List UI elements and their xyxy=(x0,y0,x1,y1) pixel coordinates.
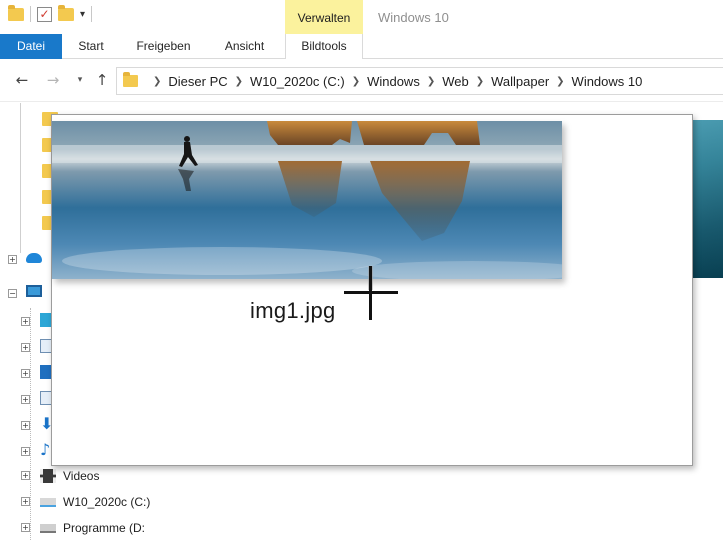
tab-home[interactable]: Start xyxy=(66,34,116,59)
context-group-manage: Verwalten xyxy=(285,0,363,34)
forward-arrow-icon[interactable]: → xyxy=(44,70,62,90)
sidebar-item-drive-c[interactable]: + W10_2020c (C:) xyxy=(0,491,166,513)
navigation-bar: ← → ▾ ↑ ❯ Dieser PC ❯ W10_2020c (C:) ❯ W… xyxy=(0,60,723,102)
back-arrow-icon[interactable]: ← xyxy=(13,70,31,90)
video-icon xyxy=(40,469,56,483)
drag-filename: img1.jpg xyxy=(250,298,336,323)
breadcrumb-wallpaper[interactable]: Wallpaper xyxy=(491,74,549,89)
toolbar-divider xyxy=(91,6,93,22)
tab-file[interactable]: Datei xyxy=(0,34,62,59)
tree-line xyxy=(20,103,21,253)
tab-picture-tools[interactable]: Bildtools xyxy=(285,34,363,59)
move-cursor-icon xyxy=(344,266,398,320)
breadcrumb-windows[interactable]: Windows xyxy=(367,74,420,89)
sidebar-item-label: Videos xyxy=(63,469,100,483)
drive-icon xyxy=(40,498,56,507)
cursor-crosshair-vertical xyxy=(369,266,372,320)
folder-icon xyxy=(123,72,138,87)
this-pc-icon[interactable] xyxy=(26,285,42,297)
drive-icon xyxy=(40,524,56,533)
sidebar-item-label: W10_2020c (C:) xyxy=(63,495,151,509)
expand-icon[interactable]: + xyxy=(21,471,30,480)
toolbar-divider xyxy=(30,6,31,22)
chevron-right-icon[interactable]: ❯ xyxy=(352,76,360,87)
quick-access-toolbar: ✓ ▾ xyxy=(8,4,93,22)
recent-locations-chevron-icon[interactable]: ▾ xyxy=(71,70,89,90)
chevron-right-icon[interactable]: ❯ xyxy=(427,76,435,87)
customize-toolbar-icon[interactable]: ▾ xyxy=(80,9,85,20)
sidebar-item-drive-d[interactable]: + Programme (D: xyxy=(0,517,166,539)
folder-icon xyxy=(8,4,24,21)
new-folder-icon[interactable] xyxy=(58,4,74,21)
chevron-right-icon[interactable]: ❯ xyxy=(153,76,161,87)
breadcrumb-this-pc[interactable]: Dieser PC xyxy=(168,74,227,89)
tab-share[interactable]: Freigeben xyxy=(126,34,201,59)
expand-icon[interactable]: + xyxy=(21,343,30,352)
breadcrumb-web[interactable]: Web xyxy=(442,74,469,89)
chevron-right-icon[interactable]: ❯ xyxy=(235,76,243,87)
wallpaper-thumbnail xyxy=(52,121,562,279)
expand-icon[interactable]: + xyxy=(21,317,30,326)
expand-icon[interactable]: + xyxy=(21,421,30,430)
sidebar-item-label: Programme (D: xyxy=(63,521,146,535)
address-bar[interactable]: ❯ Dieser PC ❯ W10_2020c (C:) ❯ Windows ❯… xyxy=(116,67,723,95)
properties-icon[interactable]: ✓ xyxy=(37,6,52,22)
tab-view[interactable]: Ansicht xyxy=(212,34,277,59)
expand-icon[interactable]: + xyxy=(21,523,30,532)
expand-icon[interactable]: + xyxy=(8,255,17,264)
sidebar-item-videos[interactable]: + Videos xyxy=(0,465,166,487)
chevron-right-icon[interactable]: ❯ xyxy=(476,76,484,87)
collapse-icon[interactable]: − xyxy=(8,289,17,298)
window-title: Windows 10 xyxy=(378,10,449,25)
title-bar: ✓ ▾ Verwalten Windows 10 xyxy=(0,0,723,34)
onedrive-icon[interactable] xyxy=(26,253,42,263)
breadcrumb-drive-c[interactable]: W10_2020c (C:) xyxy=(250,74,345,89)
expand-icon[interactable]: + xyxy=(21,497,30,506)
expand-icon[interactable]: + xyxy=(21,395,30,404)
up-arrow-icon[interactable]: ↑ xyxy=(93,70,111,90)
ribbon-tabs: Datei Start Freigeben Ansicht Bildtools xyxy=(0,34,723,59)
expand-icon[interactable]: + xyxy=(21,447,30,456)
breadcrumb-windows-10[interactable]: Windows 10 xyxy=(572,74,643,89)
image-preview xyxy=(52,121,562,279)
chevron-right-icon[interactable]: ❯ xyxy=(556,76,564,87)
expand-icon[interactable]: + xyxy=(21,369,30,378)
